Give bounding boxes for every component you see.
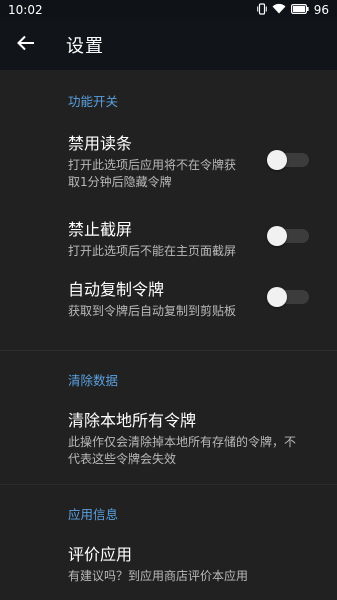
- subtitle-line: 有建议吗？到应用商店评价本应用: [68, 569, 249, 583]
- status-time: 10:02: [8, 3, 43, 17]
- subtitle-line: 代表这些令牌会失效: [68, 452, 177, 466]
- setting-auto-copy[interactable]: 自动复制令牌 获取到令牌后自动复制到剪贴板: [0, 268, 337, 350]
- subtitle-line: 打开此选项后不能在主页面截屏: [68, 244, 237, 258]
- wifi-icon: [272, 3, 286, 17]
- subtitle-line: 打开此选项后应用将不在令牌获: [68, 158, 237, 172]
- arrow-left-icon: [17, 35, 35, 55]
- settings-list: 功能开关 禁用读条 打开此选项后应用将不在令牌获 取1分钟后隐藏令牌 禁止截屏 …: [0, 70, 337, 600]
- setting-disable-progress[interactable]: 禁用读条 打开此选项后应用将不在令牌获 取1分钟后隐藏令牌: [0, 134, 337, 210]
- status-icons: 96: [256, 2, 329, 18]
- section-header-clear: 清除数据: [68, 373, 119, 388]
- status-bar: 10:02 96: [0, 0, 337, 20]
- setting-title: 禁用读条: [68, 134, 133, 153]
- section-header-features: 功能开关: [68, 94, 119, 109]
- setting-subtitle: 打开此选项后应用将不在令牌获 取1分钟后隐藏令牌: [68, 157, 277, 191]
- setting-subtitle: 有建议吗？到应用商店评价本应用: [68, 568, 277, 585]
- block-screenshot-toggle[interactable]: [267, 226, 309, 246]
- toggle-knob: [267, 150, 287, 170]
- setting-rate-app[interactable]: 评价应用 有建议吗？到应用商店评价本应用: [0, 545, 337, 600]
- toggle-knob: [267, 287, 287, 307]
- battery-level: 96: [313, 3, 329, 17]
- setting-title: 禁止截屏: [68, 220, 133, 239]
- app-bar: 设置: [0, 20, 337, 70]
- battery-icon: [290, 3, 309, 17]
- setting-clear-tokens[interactable]: 清除本地所有令牌 此操作仅会清除掉本地所有存储的令牌，不 代表这些令牌会失效: [0, 411, 337, 484]
- setting-subtitle: 获取到令牌后自动复制到剪贴板: [68, 303, 277, 320]
- back-button[interactable]: [0, 20, 52, 70]
- auto-copy-toggle[interactable]: [267, 287, 309, 307]
- setting-title: 自动复制令牌: [68, 280, 165, 299]
- setting-title: 清除本地所有令牌: [68, 411, 197, 430]
- setting-subtitle: 此操作仅会清除掉本地所有存储的令牌，不 代表这些令牌会失效: [68, 434, 321, 468]
- vibrate-icon: [256, 2, 267, 18]
- setting-subtitle: 打开此选项后不能在主页面截屏: [68, 243, 277, 260]
- page-title: 设置: [66, 36, 104, 57]
- disable-progress-toggle[interactable]: [267, 150, 309, 170]
- setting-block-screenshot[interactable]: 禁止截屏 打开此选项后不能在主页面截屏: [0, 210, 337, 268]
- toggle-knob: [267, 226, 287, 246]
- subtitle-line: 此操作仅会清除掉本地所有存储的令牌，不: [68, 435, 297, 449]
- subtitle-line: 取1分钟后隐藏令牌: [68, 175, 172, 189]
- subtitle-line: 获取到令牌后自动复制到剪贴板: [68, 304, 237, 318]
- setting-title: 评价应用: [68, 545, 133, 564]
- section-header-about: 应用信息: [68, 507, 119, 522]
